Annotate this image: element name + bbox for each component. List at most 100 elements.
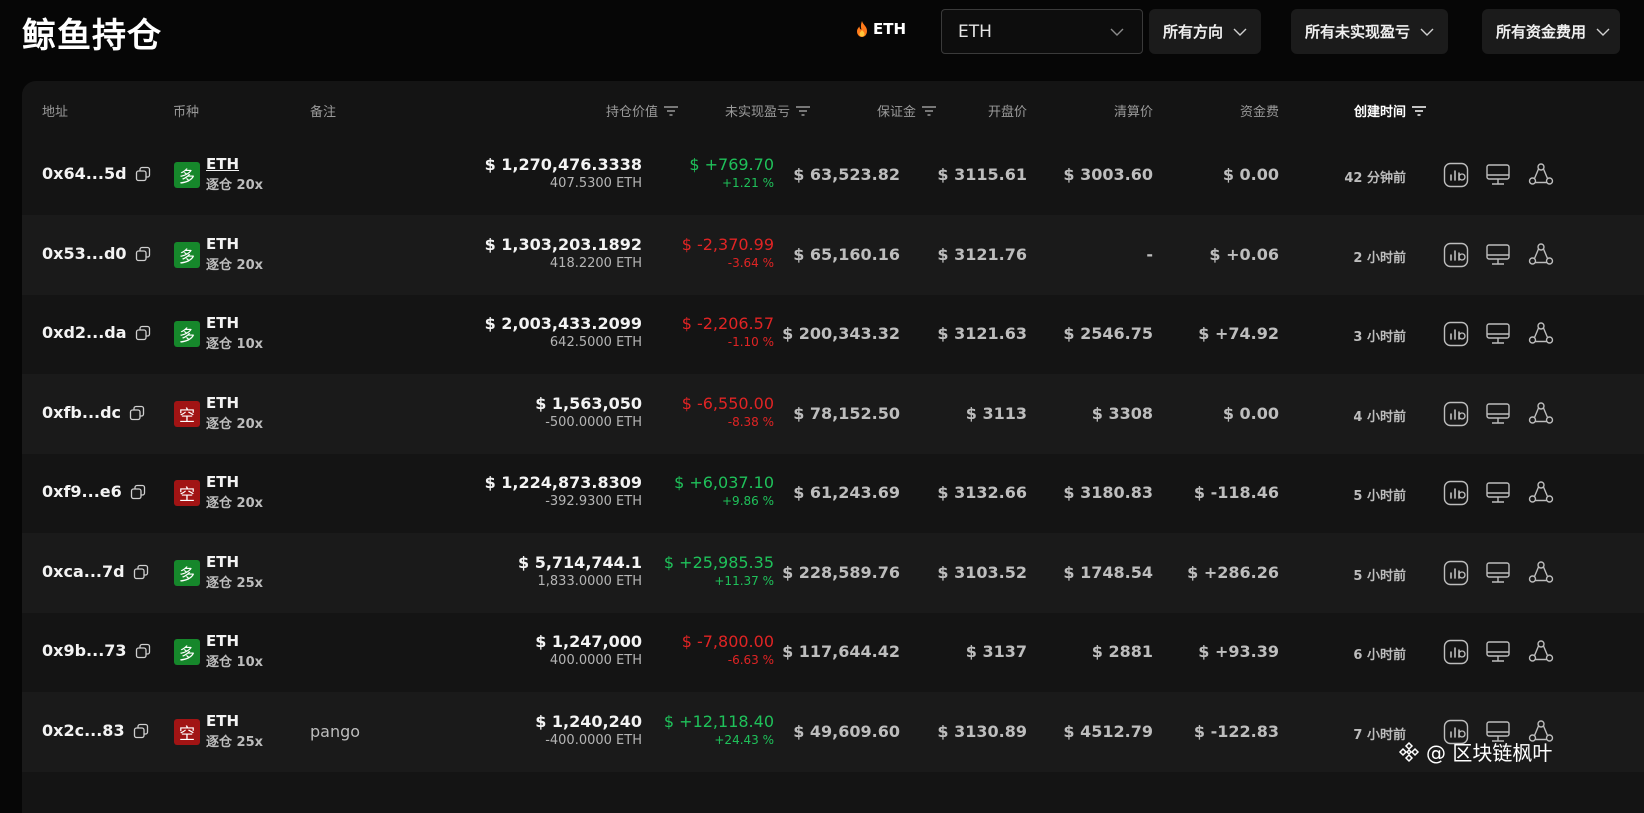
monitor-icon[interactable] [1484,479,1512,507]
share-icon[interactable] [1527,400,1555,428]
share-icon[interactable] [1527,161,1555,189]
entry-price: $ 3103.52 [937,563,1027,582]
value-usd: $ 1,224,873.8309 [484,473,642,492]
share-icon[interactable] [1527,479,1555,507]
coin-name: ETH [206,712,240,730]
address-text[interactable]: 0x53...d0 [42,244,127,263]
position-value: $ 2,003,433.2099 642.5000 ETH [485,314,642,350]
entry-price: $ 3113 [965,404,1027,423]
chart-icon[interactable] [1442,400,1470,428]
address[interactable]: 0x9b...73 [42,641,151,660]
side-badge: 多 [174,639,200,665]
binance-logo-icon [1398,741,1420,762]
address-text[interactable]: 0xfb...dc [42,403,121,422]
value-eth: 418.2200 ETH [549,256,642,271]
created-time: 2 小时前 [1353,251,1406,266]
coin-name[interactable]: ETH [206,155,263,173]
coin-name: ETH [206,553,240,571]
column-pnl[interactable]: 未实现盈亏 [725,101,810,120]
coin-select[interactable]: ETH [941,9,1143,54]
copy-icon[interactable] [133,564,149,580]
column-entry: 开盘价 [987,105,1027,120]
address[interactable]: 0x64...5d [42,164,151,183]
copy-icon[interactable] [135,246,151,262]
address[interactable]: 0x53...d0 [42,244,151,263]
share-icon[interactable] [1527,559,1555,587]
address-text[interactable]: 0x64...5d [42,164,127,183]
address-text[interactable]: 0xf9...e6 [42,482,122,501]
leverage: 逐仓 10x [206,655,264,670]
side-badge: 空 [174,719,200,745]
chevron-down-icon [1110,28,1124,36]
leverage: 逐仓 25x [206,735,264,750]
created-time: 5 小时前 [1353,489,1406,504]
copy-icon[interactable] [135,166,151,182]
coin-name: ETH [206,394,240,412]
pnl-filter[interactable]: 所有未实现盈亏 [1291,9,1449,54]
address-text[interactable]: 0xca...7d [42,562,125,581]
leverage: 逐仓 20x [206,258,264,273]
chart-icon[interactable] [1442,638,1470,666]
created-time: 3 小时前 [1353,330,1406,345]
share-icon[interactable] [1527,638,1555,666]
monitor-icon[interactable] [1484,559,1512,587]
margin: $ 49,609.60 [793,722,900,741]
chart-icon[interactable] [1442,320,1470,348]
coin-select-value: ETH [958,21,992,42]
pnl-percent: -3.64 % [727,256,774,270]
chart-icon[interactable] [1442,161,1470,189]
address[interactable]: 0x2c...83 [42,721,149,740]
created-time: 42 分钟前 [1344,171,1406,186]
address-text[interactable]: 0x9b...73 [42,641,127,660]
address-text[interactable]: 0x2c...83 [42,721,125,740]
table-row[interactable]: 0xf9...e6 空 ETH 逐仓 20x $ 1,224,873.8309 … [22,453,1644,533]
pnl-amount: $ -7,800.00 [681,632,774,651]
table-row[interactable]: 0x9b...73 多 ETH 逐仓 10x $ 1,247,000 400.0… [22,612,1644,692]
chevron-down-icon [1420,28,1434,36]
column-margin[interactable]: 保证金 [877,101,936,120]
table-row[interactable]: 0x53...d0 多 ETH 逐仓 20x $ 1,303,203.1892 … [22,215,1644,295]
chart-icon[interactable] [1442,241,1470,269]
leverage: 逐仓 10x [206,337,264,352]
monitor-icon[interactable] [1484,400,1512,428]
pnl-amount: $ +25,985.35 [663,553,774,572]
pnl-amount: $ +6,037.10 [674,473,774,492]
copy-icon[interactable] [133,723,149,739]
table-row[interactable]: 0xfb...dc 空 ETH 逐仓 20x $ 1,563,050 -500.… [22,374,1644,454]
funding-filter[interactable]: 所有资金费用 [1482,9,1621,54]
pnl-percent: -1.10 % [727,335,774,349]
entry-price: $ 3132.66 [937,483,1027,502]
value-eth: 1,833.0000 ETH [537,574,643,589]
value-usd: $ 1,303,203.1892 [484,235,642,254]
funding-fee: $ 0.00 [1222,165,1279,184]
chart-icon[interactable] [1442,559,1470,587]
share-icon[interactable] [1527,241,1555,269]
column-margin-label: 保证金 [876,105,916,120]
address[interactable]: 0xfb...dc [42,403,145,422]
monitor-icon[interactable] [1484,161,1512,189]
monitor-icon[interactable] [1484,241,1512,269]
copy-icon[interactable] [130,484,146,500]
address[interactable]: 0xf9...e6 [42,482,146,501]
column-created[interactable]: 创建时间 [1354,101,1426,120]
unrealized-pnl: $ -7,800.00 -6.63 % [682,632,774,667]
monitor-icon[interactable] [1484,638,1512,666]
share-icon[interactable] [1527,320,1555,348]
address-text[interactable]: 0xd2...da [42,323,127,342]
monitor-icon[interactable] [1484,320,1512,348]
copy-icon[interactable] [129,405,145,421]
copy-icon[interactable] [135,325,151,341]
copy-icon[interactable] [135,643,151,659]
funding-fee: $ +93.39 [1198,642,1279,661]
table-row[interactable]: 0xd2...da 多 ETH 逐仓 10x $ 2,003,433.2099 … [22,294,1644,374]
chart-icon[interactable] [1442,479,1470,507]
margin: $ 200,343.32 [782,324,900,343]
direction-filter[interactable]: 所有方向 [1149,9,1262,54]
table-row[interactable]: 0x64...5d 多 ETH 逐仓 20x $ 1,270,476.3338 … [22,135,1644,215]
unrealized-pnl: $ +12,118.40 +24.43 % [664,712,774,747]
pnl-percent: +11.37 % [714,574,774,588]
address[interactable]: 0xca...7d [42,562,149,581]
column-value[interactable]: 持仓价值 [606,101,678,120]
address[interactable]: 0xd2...da [42,323,151,342]
table-row[interactable]: 0xca...7d 多 ETH 逐仓 25x $ 5,714,744.1 1,8… [22,533,1644,613]
